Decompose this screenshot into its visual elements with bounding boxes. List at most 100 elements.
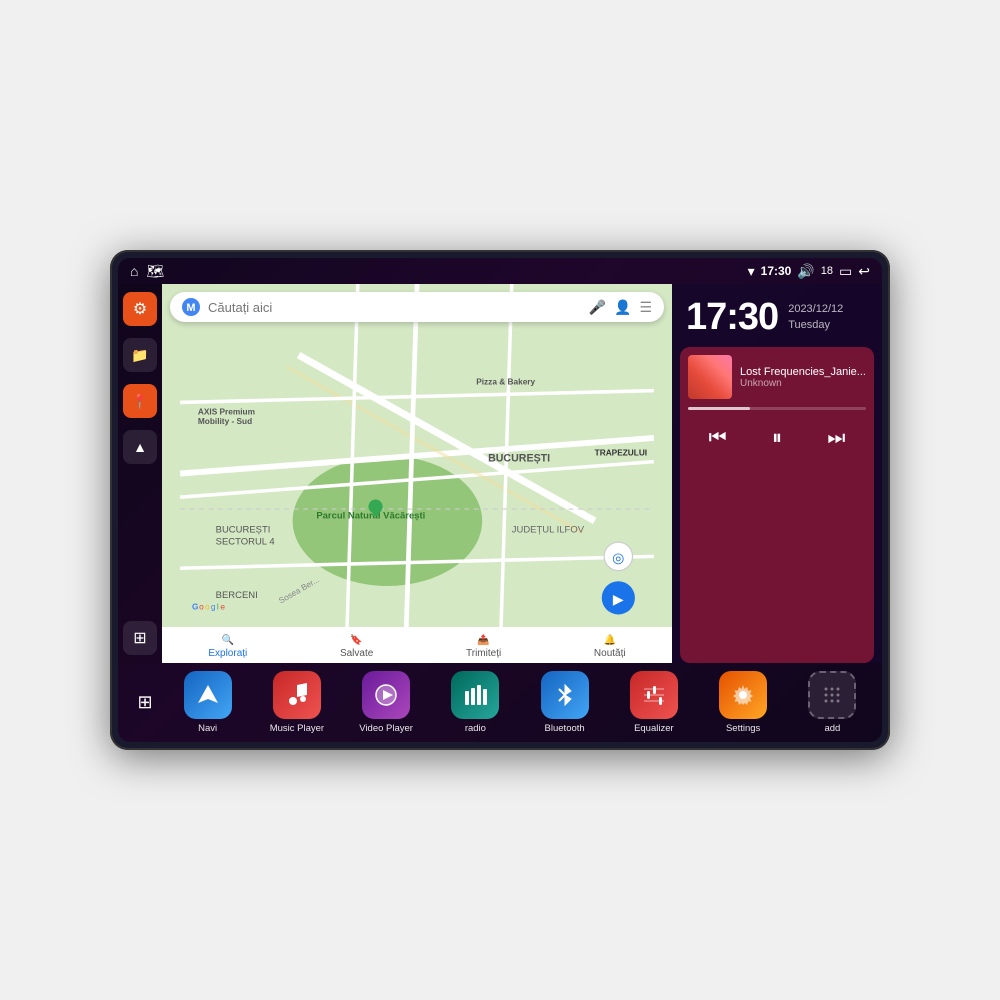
saved-icon: 🔖 (350, 635, 362, 646)
add-icon-box (808, 671, 856, 719)
clock-day: Tuesday (788, 318, 843, 333)
svg-text:l: l (217, 602, 219, 612)
svg-text:◎: ◎ (612, 550, 624, 566)
music-controls: ⏮ ⏸ ⏭ (688, 416, 866, 460)
svg-text:G: G (192, 602, 198, 612)
app-settings[interactable]: Settings (713, 671, 773, 734)
app-radio[interactable]: radio (445, 671, 505, 734)
clock-date: 2023/12/12 (788, 302, 843, 317)
app-video-player[interactable]: Video Player (356, 671, 416, 734)
maps-status-icon[interactable]: 🗺 (146, 263, 164, 280)
music-player-widget: Lost Frequencies_Janie... Unknown ⏮ ⏸ ⏭ (680, 347, 874, 663)
gear-icon: ⚙ (133, 299, 147, 319)
home-icon[interactable]: ⌂ (130, 263, 138, 280)
bluetooth-label: Bluetooth (545, 723, 585, 734)
app-add[interactable]: add (802, 671, 862, 734)
svg-text:g: g (211, 602, 216, 612)
device-outer: ⌂ 🗺 ▾ 17:30 🔊 18 ▭ ↩ ⚙ 📁 📍 (110, 250, 890, 750)
map-saved-tab[interactable]: 🔖 Salvate (340, 635, 373, 659)
equalizer-icon-box (630, 671, 678, 719)
svg-text:TRAPEZULUI: TRAPEZULUI (595, 448, 647, 458)
explore-label: Explorați (208, 648, 247, 659)
saved-label: Salvate (340, 648, 373, 659)
mic-icon[interactable]: 🎤 (589, 299, 606, 316)
map-search-input[interactable] (208, 300, 581, 315)
news-label: Noutăți (594, 648, 626, 659)
video-player-label: Video Player (359, 723, 413, 734)
menu-icon[interactable]: ☰ (639, 299, 652, 316)
news-icon: 🔔 (604, 635, 616, 646)
music-title: Lost Frequencies_Janie... (740, 366, 866, 378)
app-bluetooth[interactable]: Bluetooth (535, 671, 595, 734)
grid-icon: ⊞ (133, 628, 146, 648)
location-icon: 📍 (131, 393, 148, 410)
clock-date-area: 2023/12/12 Tuesday (788, 302, 843, 333)
explore-icon: 🔍 (222, 635, 234, 646)
wifi-icon: ▾ (748, 263, 755, 280)
account-icon[interactable]: 👤 (614, 299, 631, 316)
sidebar-nav-icon[interactable]: ▲ (123, 430, 157, 464)
equalizer-icon (640, 681, 668, 709)
map-explore-tab[interactable]: 🔍 Explorați (208, 635, 247, 659)
prev-button[interactable]: ⏮ (700, 420, 736, 456)
pause-button[interactable]: ⏸ (759, 420, 795, 456)
sidebar-grid-icon[interactable]: ⊞ (123, 621, 157, 655)
svg-text:BERCENI: BERCENI (216, 590, 258, 601)
music-progress-bar[interactable] (688, 407, 866, 410)
back-icon[interactable]: ↩ (858, 263, 870, 280)
volume-icon: 🔊 (797, 263, 814, 280)
svg-text:BUCUREȘTI: BUCUREȘTI (488, 453, 550, 465)
svg-text:JUDEȚUL ILFOV: JUDEȚUL ILFOV (512, 525, 585, 536)
navi-icon-box (184, 671, 232, 719)
settings-icon-box (719, 671, 767, 719)
map-search-bar[interactable]: M 🎤 👤 ☰ (170, 292, 664, 322)
music-text: Lost Frequencies_Janie... Unknown (740, 366, 866, 389)
sidebar-bottom: ⊞ (123, 621, 157, 655)
battery-icon: ▭ (839, 263, 852, 280)
apps-row: Navi Music Player (168, 671, 872, 734)
status-bar-left: ⌂ 🗺 (130, 263, 164, 280)
nav-arrow-icon: ▲ (133, 439, 147, 455)
map-send-tab[interactable]: 📤 Trimiteți (466, 635, 501, 659)
grid-toggle-button[interactable]: ⊞ (128, 686, 162, 720)
radio-icon-box (451, 671, 499, 719)
sidebar-settings-icon[interactable]: ⚙ (123, 292, 157, 326)
send-icon: 📤 (477, 635, 489, 646)
svg-text:o: o (205, 602, 210, 612)
radio-label: radio (465, 723, 486, 734)
google-maps-icon: M (182, 298, 200, 316)
map-svg: AXIS Premium Mobility - Sud Pizza & Bake… (162, 284, 672, 663)
sidebar: ⚙ 📁 📍 ▲ ⊞ (118, 284, 162, 663)
map-news-tab[interactable]: 🔔 Noutăți (594, 635, 626, 659)
next-button[interactable]: ⏭ (818, 420, 854, 456)
app-music-player[interactable]: Music Player (267, 671, 327, 734)
app-grid-area: ⊞ Navi (118, 663, 882, 742)
video-player-icon (372, 681, 400, 709)
svg-text:e: e (220, 602, 225, 612)
svg-text:o: o (199, 602, 204, 612)
map-container[interactable]: AXIS Premium Mobility - Sud Pizza & Bake… (162, 284, 672, 663)
music-player-label: Music Player (270, 723, 324, 734)
music-album-art (688, 355, 732, 399)
music-info-row: Lost Frequencies_Janie... Unknown (688, 355, 866, 399)
sidebar-files-icon[interactable]: 📁 (123, 338, 157, 372)
grid-toggle-icon: ⊞ (137, 692, 152, 713)
clock-time: 17:30 (686, 296, 778, 339)
app-equalizer[interactable]: Equalizer (624, 671, 684, 734)
status-time: 17:30 (761, 264, 792, 278)
svg-text:Pizza & Bakery: Pizza & Bakery (476, 377, 535, 387)
navi-label: Navi (198, 723, 217, 734)
send-label: Trimiteți (466, 648, 501, 659)
svg-text:Parcul Natural Văcărești: Parcul Natural Văcărești (316, 511, 425, 522)
navi-icon (194, 681, 222, 709)
video-player-icon-box (362, 671, 410, 719)
equalizer-label: Equalizer (634, 723, 674, 734)
bluetooth-icon-box (541, 671, 589, 719)
folder-icon: 📁 (131, 347, 148, 364)
sidebar-maps-icon[interactable]: 📍 (123, 384, 157, 418)
device-screen: ⌂ 🗺 ▾ 17:30 🔊 18 ▭ ↩ ⚙ 📁 📍 (118, 258, 882, 742)
add-icon (818, 681, 846, 709)
main-content: ⚙ 📁 📍 ▲ ⊞ (118, 284, 882, 663)
app-navi[interactable]: Navi (178, 671, 238, 734)
status-bar: ⌂ 🗺 ▾ 17:30 🔊 18 ▭ ↩ (118, 258, 882, 284)
